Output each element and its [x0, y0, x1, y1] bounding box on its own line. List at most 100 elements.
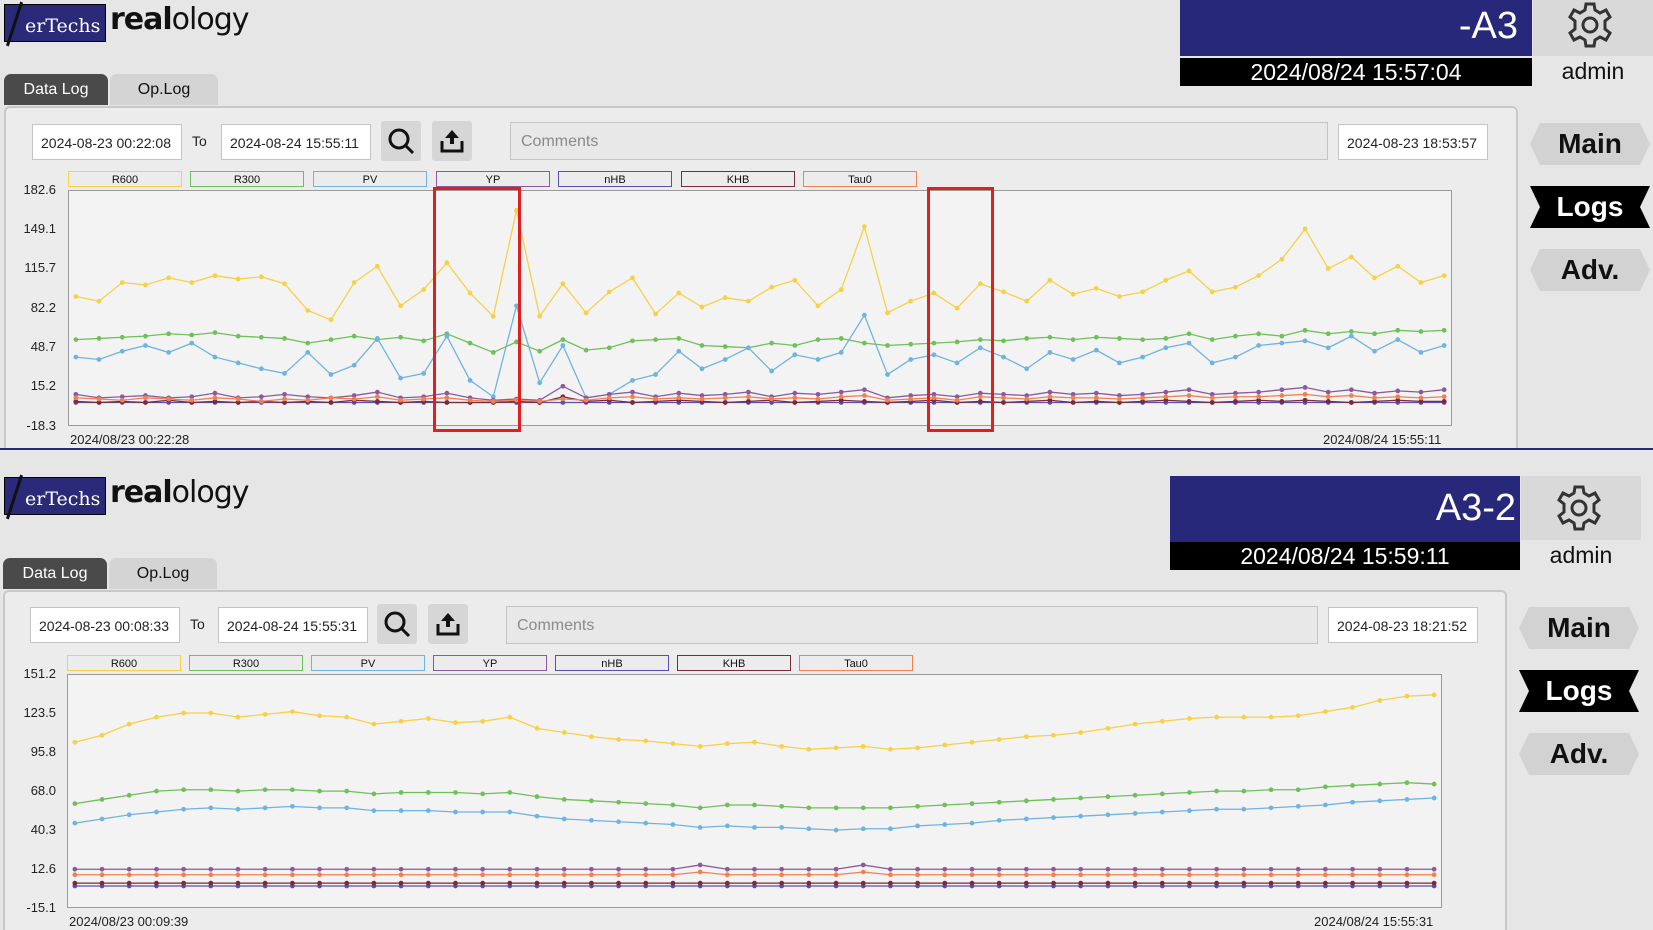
data-point-tau0: [425, 872, 431, 878]
settings-button[interactable]: [1521, 476, 1641, 540]
legend-nhb[interactable]: nHB: [555, 655, 669, 671]
data-point-tau0: [507, 872, 513, 878]
legend-r600[interactable]: R600: [67, 655, 181, 671]
search-button[interactable]: [381, 121, 421, 161]
tab-data-log[interactable]: Data Log: [4, 74, 108, 105]
nav-logs[interactable]: Logs: [1530, 186, 1650, 228]
comments-input[interactable]: Comments: [510, 122, 1328, 160]
data-point-r600: [606, 289, 612, 295]
data-point-pv: [258, 366, 264, 372]
legend-yp[interactable]: YP: [436, 171, 550, 187]
data-point-yp: [806, 866, 812, 872]
legend-khb[interactable]: KHB: [681, 171, 795, 187]
chart-plot-area[interactable]: [68, 190, 1452, 426]
data-point-r600: [72, 739, 78, 745]
search-icon: [384, 611, 411, 638]
data-point-r600: [792, 277, 798, 283]
data-point-r300: [143, 333, 148, 339]
nav-main[interactable]: Main: [1530, 123, 1650, 165]
data-point-r300: [583, 347, 589, 353]
export-icon: [436, 613, 460, 636]
data-point-r300: [425, 790, 431, 795]
data-point-r600: [676, 290, 682, 296]
nav-logs[interactable]: Logs: [1519, 670, 1639, 712]
data-point-yp: [630, 389, 635, 395]
data-point-pv: [1268, 805, 1274, 811]
legend-khb[interactable]: KHB: [677, 655, 791, 671]
nav-adv[interactable]: Adv.: [1519, 733, 1639, 775]
brand-name: realology: [110, 2, 250, 37]
data-point-pv: [653, 372, 658, 377]
legend-pv[interactable]: PV: [313, 171, 427, 187]
data-point-tau0: [1404, 872, 1410, 878]
x-start-label: 2024/08/23 00:22:28: [70, 432, 190, 447]
data-point-r600: [1241, 714, 1247, 720]
data-point-pv: [126, 812, 132, 818]
data-point-tau0: [583, 397, 589, 403]
data-point-pv: [328, 372, 334, 377]
data-point-tau0: [1132, 872, 1138, 878]
data-point-pv: [1024, 366, 1030, 372]
nav-main[interactable]: Main: [1519, 607, 1639, 649]
chart-plot-area[interactable]: [67, 674, 1442, 908]
data-point-tau0: [643, 872, 649, 878]
data-point-pv: [282, 371, 287, 376]
legend-tau0[interactable]: Tau0: [803, 171, 917, 187]
data-point-r300: [1214, 788, 1219, 794]
data-point-tau0: [676, 395, 682, 401]
data-point-r600: [833, 745, 839, 751]
data-point-khb: [1209, 400, 1215, 405]
tab-op-log[interactable]: Op.Log: [110, 74, 218, 105]
data-point-r600: [317, 713, 322, 719]
legend-r300[interactable]: R300: [189, 655, 303, 671]
data-point-r300: [344, 788, 350, 794]
data-point-khb: [1070, 400, 1076, 405]
data-point-khb: [344, 880, 350, 886]
legend-pv[interactable]: PV: [311, 655, 425, 671]
data-point-r600: [1325, 266, 1331, 271]
data-point-r300: [769, 340, 774, 346]
settings-button[interactable]: [1533, 0, 1653, 56]
legend-nhb[interactable]: nHB: [558, 171, 672, 187]
data-point-r300: [1241, 788, 1247, 794]
tab-op-log[interactable]: Op.Log: [109, 558, 217, 589]
start-date-field[interactable]: 2024-08-23 00:08:33: [30, 607, 180, 643]
y-tick: 15.2: [30, 378, 56, 393]
search-button[interactable]: [377, 604, 417, 644]
data-point-tau0: [815, 396, 821, 402]
data-point-r300: [1395, 327, 1401, 333]
data-point-r300: [1325, 331, 1331, 337]
comments-input[interactable]: Comments: [506, 606, 1318, 644]
data-point-r600: [643, 738, 649, 744]
data-point-khb: [1051, 880, 1056, 886]
data-point-yp: [507, 866, 513, 872]
data-point-r300: [670, 802, 676, 808]
data-point-tau0: [351, 396, 357, 402]
data-point-khb: [746, 399, 751, 404]
data-point-tau0: [670, 872, 676, 878]
data-point-r600: [838, 287, 844, 292]
end-date-field[interactable]: 2024-08-24 15:55:11: [221, 124, 371, 160]
data-point-tau0: [1163, 394, 1169, 400]
legend-r300[interactable]: R300: [190, 171, 304, 187]
data-point-khb: [833, 880, 839, 886]
data-point-tau0: [1187, 872, 1192, 878]
data-point-yp: [942, 866, 948, 872]
data-point-r600: [480, 718, 486, 724]
data-point-khb: [1132, 880, 1138, 886]
start-date-field[interactable]: 2024-08-23 00:22:08: [32, 124, 182, 160]
legend-yp[interactable]: YP: [433, 655, 547, 671]
data-point-r600: [1070, 291, 1076, 297]
tab-data-log[interactable]: Data Log: [3, 558, 107, 589]
y-tick: 182.6: [23, 182, 56, 197]
export-button[interactable]: [432, 121, 472, 161]
end-date-field[interactable]: 2024-08-24 15:55:31: [218, 607, 368, 643]
data-point-yp: [1132, 866, 1138, 872]
legend-tau0[interactable]: Tau0: [799, 655, 913, 671]
data-point-pv: [996, 817, 1002, 823]
data-point-khb: [1279, 399, 1285, 404]
legend-r600[interactable]: R600: [68, 171, 182, 187]
nav-adv[interactable]: Adv.: [1530, 249, 1650, 291]
data-point-r600: [453, 720, 458, 726]
export-button[interactable]: [428, 604, 468, 644]
